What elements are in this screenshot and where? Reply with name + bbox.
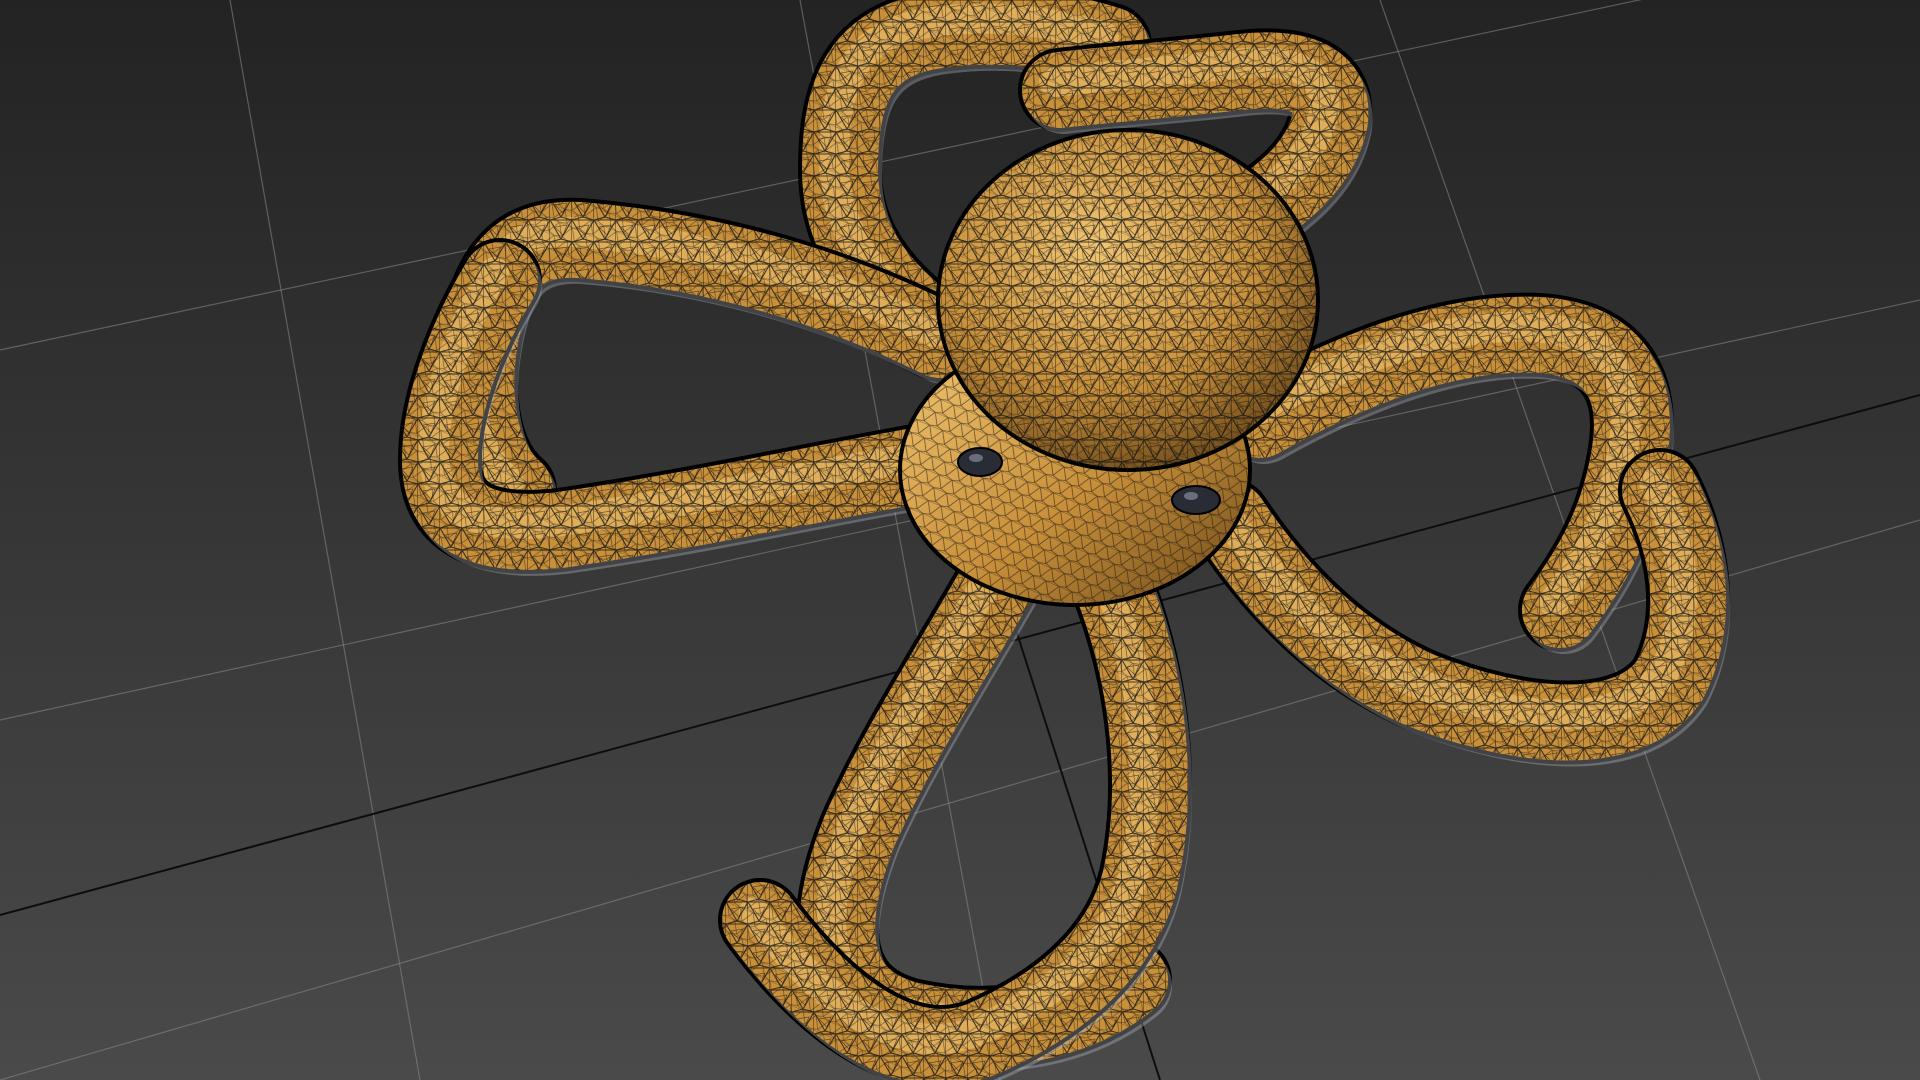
octopus-eye-left-highlight (969, 454, 983, 462)
octopus-head-mesh-fine (938, 130, 1318, 470)
octopus-eye-left (957, 447, 1003, 477)
viewport-canvas[interactable] (0, 0, 1920, 1080)
octopus-eye-right-highlight (1184, 492, 1198, 500)
3d-viewport[interactable] (0, 0, 1920, 1080)
octopus-eye-right (1171, 485, 1221, 515)
